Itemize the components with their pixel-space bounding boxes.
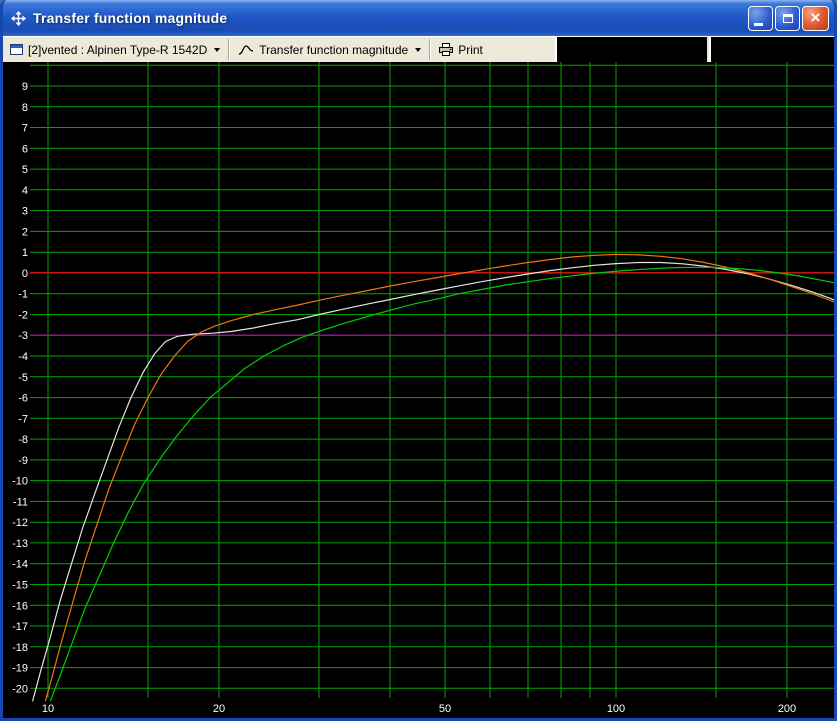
y-tick-label: 7: [22, 123, 28, 135]
y-tick-label: -8: [18, 434, 28, 446]
close-icon: ×: [811, 9, 821, 26]
app-window: Transfer function magnitude × [2]vented …: [0, 0, 837, 721]
y-tick-label: 4: [22, 185, 28, 197]
y-tick-label: -10: [12, 476, 28, 488]
x-tick-label: 100: [607, 703, 625, 715]
print-button-label: Print: [458, 43, 483, 57]
y-tick-label: 8: [22, 102, 28, 114]
graph-type-dropdown[interactable]: Transfer function magnitude: [231, 37, 428, 62]
y-tick-label: 3: [22, 206, 28, 218]
y-tick-label: -7: [18, 413, 28, 425]
printer-icon: [439, 43, 453, 56]
curve-white: [33, 263, 834, 701]
y-tick-label: -13: [12, 538, 28, 550]
y-tick-label: -20: [12, 683, 28, 695]
y-tick-label: -12: [12, 517, 28, 529]
x-tick-label: 10: [42, 703, 54, 715]
chevron-down-icon: [214, 48, 220, 52]
y-tick-label: -6: [18, 393, 28, 405]
y-tick-label: 6: [22, 143, 28, 155]
readout-panel-left: [555, 37, 707, 62]
toolbar: [2]vented : Alpinen Type-R 1542D Transfe…: [3, 36, 834, 62]
minimize-icon: [754, 23, 763, 26]
curve-icon: [238, 44, 254, 56]
project-window-icon: [10, 44, 23, 55]
project-selector-label: [2]vented : Alpinen Type-R 1542D: [28, 43, 207, 57]
window-title: Transfer function magnitude: [33, 10, 227, 26]
y-tick-label: -11: [13, 496, 28, 508]
minimize-button[interactable]: [748, 6, 773, 31]
project-selector-dropdown[interactable]: [2]vented : Alpinen Type-R 1542D: [3, 37, 227, 62]
close-button[interactable]: ×: [802, 6, 829, 31]
toolbar-separator: [228, 39, 230, 60]
y-tick-label: -5: [18, 372, 28, 384]
x-tick-label: 50: [439, 703, 451, 715]
y-tick-label: -1: [18, 289, 28, 301]
graph-type-label: Transfer function magnitude: [259, 43, 408, 57]
print-button[interactable]: Print: [432, 37, 490, 62]
maximize-button[interactable]: [775, 6, 800, 31]
y-tick-label: -3: [18, 330, 28, 342]
y-tick-label: -19: [12, 663, 28, 675]
y-tick-label: -4: [18, 351, 28, 363]
maximize-icon: [783, 14, 793, 23]
readout-panel-right: [709, 37, 834, 62]
y-tick-label: -17: [12, 621, 28, 633]
y-tick-label: 9: [22, 81, 28, 93]
y-tick-label: 0: [22, 268, 28, 280]
window-move-icon: [11, 11, 26, 26]
y-tick-label: 1: [22, 247, 28, 259]
window-controls: ×: [748, 6, 829, 31]
y-tick-label: -9: [18, 455, 28, 467]
y-tick-label: -18: [12, 642, 28, 654]
titlebar[interactable]: Transfer function magnitude ×: [3, 0, 834, 36]
chart-svg: 9876543210-1-2-3-4-5-6-7-8-9-10-11-12-13…: [3, 62, 834, 718]
y-tick-label: -15: [12, 580, 28, 592]
y-tick-label: -14: [12, 559, 28, 571]
toolbar-separator: [429, 39, 431, 60]
chart-area[interactable]: 9876543210-1-2-3-4-5-6-7-8-9-10-11-12-13…: [3, 62, 834, 718]
y-tick-label: 5: [22, 164, 28, 176]
y-tick-label: -2: [18, 310, 28, 322]
x-tick-label: 20: [213, 703, 225, 715]
y-tick-label: 2: [22, 226, 28, 238]
x-tick-label: 200: [778, 703, 796, 715]
y-tick-label: -16: [12, 600, 28, 612]
chevron-down-icon: [415, 48, 421, 52]
